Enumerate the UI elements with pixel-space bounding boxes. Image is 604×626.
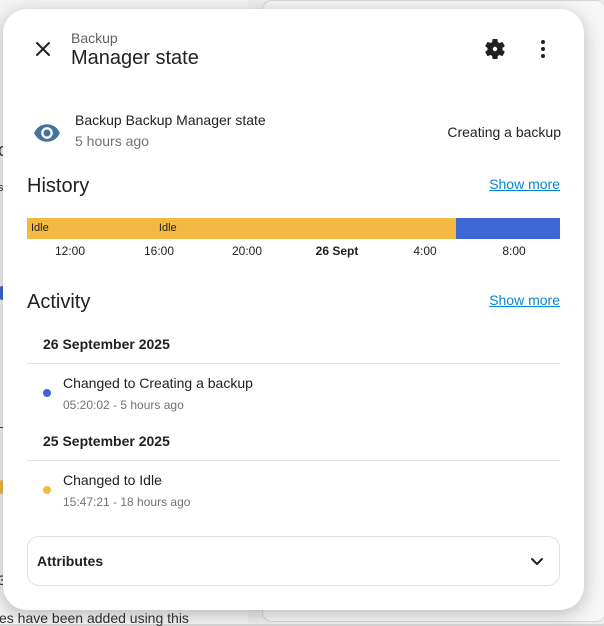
time-axis-tick: 12:00 [54,244,86,258]
history-time-axis: 12:00 16:00 20:00 26 Sept 4:00 8:00 [27,244,560,260]
activity-entry-text[interactable]: Changed to Creating a backup [63,375,253,391]
history-timeline[interactable]: Idle Idle [27,218,560,239]
activity-entry-text[interactable]: Changed to Idle [63,472,162,488]
activity-day-header: 25 September 2025 [43,433,170,449]
close-icon [36,42,50,56]
entity-name: Backup Backup Manager state [75,112,266,128]
divider [27,460,560,461]
close-button[interactable] [23,29,63,69]
activity-state-dot [43,486,51,494]
timeline-segment-label: Idle [31,222,49,234]
time-axis-tick: 8:00 [502,244,526,258]
timeline-segment-label: Idle [158,222,177,234]
history-title: History [27,175,90,197]
activity-entry-time: 15:47:21 - 18 hours ago [63,495,191,509]
time-axis-tick: 16:00 [143,244,175,258]
time-axis-tick: 4:00 [413,244,437,258]
activity-show-more-link[interactable]: Show more [489,292,560,308]
more-vertical-icon [541,40,545,58]
history-show-more-link[interactable]: Show more [489,176,560,192]
gear-icon [485,39,505,59]
more-options-button[interactable] [523,29,563,69]
divider [27,363,560,364]
entity-state: Creating a backup [447,124,561,140]
dialog-title: Manager state [71,47,199,69]
activity-state-dot [43,389,51,397]
timeline-segment[interactable]: Idle [154,218,457,239]
activity-entry-time: 05:20:02 - 5 hours ago [63,398,184,412]
more-info-dialog: Backup Manager state Backup Backup Manag… [3,9,584,610]
entity-last-changed: 5 hours ago [75,133,149,149]
activity-title: Activity [27,291,91,313]
timeline-segment[interactable] [456,218,560,239]
timeline-segment[interactable]: Idle [27,218,155,239]
entity-row[interactable]: Backup Backup Manager state 5 hours ago … [27,111,561,155]
attributes-expander[interactable]: Attributes [27,536,560,586]
dialog-subtitle: Backup [71,30,118,46]
eye-icon [34,124,60,142]
activity-day-header: 26 September 2025 [43,336,170,352]
settings-button[interactable] [475,29,515,69]
chevron-down-icon [531,558,543,565]
time-axis-tick: 26 Sept [315,244,359,258]
time-axis-tick: 20:00 [231,244,263,258]
attributes-label: Attributes [37,553,104,569]
